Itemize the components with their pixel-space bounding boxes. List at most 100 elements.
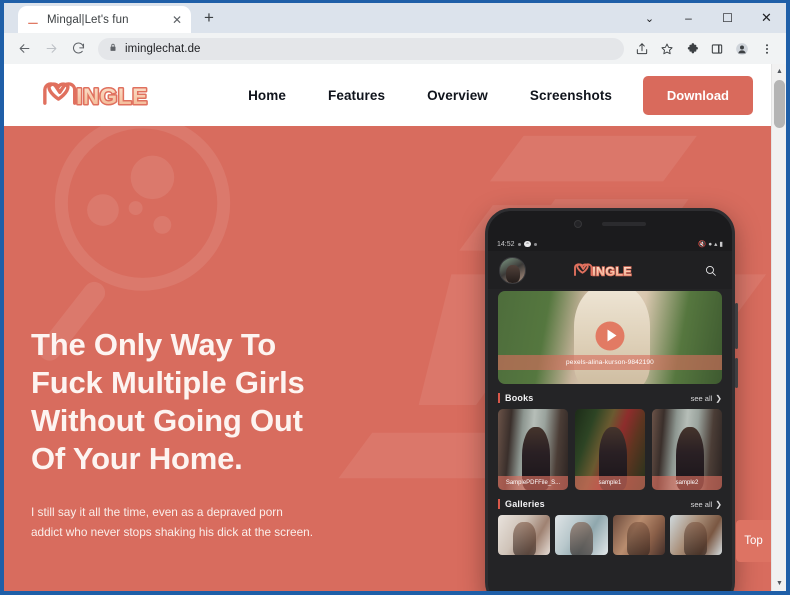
section-accent-bar <box>498 499 500 509</box>
browser-tab[interactable]: ⚊ Mingal|Let's fun ✕ <box>18 6 191 33</box>
nav-item-overview[interactable]: Overview <box>427 88 488 103</box>
chevron-right-icon: ❯ <box>715 393 722 403</box>
volume-icon: 🔇 <box>698 241 707 248</box>
phone-screen: 14:52 ▫ 🔇 ● ▴ ▮ INGLE pexels-alina-kurso… <box>485 208 735 591</box>
web-page-viewport: INGLE INGLE Home Features Overview Scree… <box>4 64 771 591</box>
scroll-down-arrow-icon[interactable]: ▼ <box>772 576 786 591</box>
featured-video-card[interactable]: pexels-alina-kurson-9842190 <box>498 291 722 384</box>
wifi-icon: ▴ <box>714 241 718 248</box>
gallery-thumbnail <box>569 522 593 555</box>
headline-line-4: Of Your Home. <box>31 441 243 476</box>
phone-mockup: 14:52 ▫ 🔇 ● ▴ ▮ INGLE pexels-alina-kurso… <box>485 208 738 591</box>
book-title: sample1 <box>575 476 645 490</box>
play-icon[interactable] <box>595 321 625 351</box>
browser-title-bar: ⚊ Mingal|Let's fun ✕ + ⌄ – ☐ ✕ <box>4 3 786 33</box>
status-notif-icon-2 <box>534 242 538 246</box>
profile-icon[interactable] <box>730 37 754 61</box>
gallery-thumbnail <box>512 522 536 555</box>
gallery-thumbnail <box>627 522 651 555</box>
video-caption: pexels-alina-kurson-9842190 <box>498 355 722 370</box>
section-title-galleries: Galleries <box>505 499 545 509</box>
section-accent-bar <box>498 393 500 403</box>
close-window-button[interactable]: ✕ <box>747 3 786 33</box>
app-header: INGLE <box>488 251 732 289</box>
book-card[interactable]: sample1 <box>575 409 645 490</box>
url-text: iminglechat.de <box>125 42 201 55</box>
book-card[interactable]: SamplePDFFile_S... <box>498 409 568 490</box>
scroll-up-arrow-icon[interactable]: ▲ <box>772 64 786 79</box>
star-icon[interactable] <box>655 37 679 61</box>
book-card[interactable]: sample2 <box>652 409 722 490</box>
page-area: INGLE INGLE Home Features Overview Scree… <box>4 64 786 591</box>
tab-title: Mingal|Let's fun <box>47 13 129 26</box>
nav-item-features[interactable]: Features <box>328 88 385 103</box>
signal-icon: ● <box>708 240 713 248</box>
phone-volume-button <box>735 303 738 349</box>
section-title-books: Books <box>505 393 534 403</box>
gallery-card[interactable] <box>669 515 722 555</box>
see-all-label: see all <box>690 499 713 509</box>
gallery-card[interactable] <box>498 515 551 555</box>
scrollbar-thumb[interactable] <box>774 80 785 128</box>
chevron-right-icon: ❯ <box>715 499 722 509</box>
phone-status-bar: 14:52 ▫ 🔇 ● ▴ ▮ <box>488 237 732 251</box>
window-controls: ⌄ – ☐ ✕ <box>630 3 786 33</box>
status-right-icons: 🔇 ● ▴ ▮ <box>698 240 723 249</box>
app-logo: INGLE <box>536 260 689 281</box>
nav-item-screenshots[interactable]: Screenshots <box>530 88 612 103</box>
browser-window: ⚊ Mingal|Let's fun ✕ + ⌄ – ☐ ✕ iminglech… <box>0 0 790 595</box>
hero-text-block: The Only Way To Fuck Multiple Girls With… <box>31 326 361 542</box>
share-icon[interactable] <box>630 37 654 61</box>
new-tab-button[interactable]: + <box>195 4 223 32</box>
app-content: pexels-alina-kurson-9842190 Books see al… <box>488 289 732 591</box>
status-badge: ▫ <box>523 241 532 247</box>
site-nav: Home Features Overview Screenshots <box>248 88 612 103</box>
forward-arrow-icon[interactable] <box>38 36 64 62</box>
status-time: 14:52 <box>497 240 515 248</box>
mingle-favicon-icon: ⚊ <box>27 12 39 27</box>
address-bar[interactable]: iminglechat.de <box>98 37 624 60</box>
side-panel-icon[interactable] <box>705 37 729 61</box>
maximize-button[interactable]: ☐ <box>708 3 747 33</box>
svg-text:INGLE: INGLE <box>593 264 633 278</box>
mingle-logo-icon: INGLE <box>574 262 633 279</box>
reload-icon[interactable] <box>65 36 91 62</box>
headline-line-1: The Only Way To <box>31 327 277 362</box>
hero-headline: The Only Way To Fuck Multiple Girls With… <box>31 326 361 478</box>
headline-line-2: Fuck Multiple Girls <box>31 365 305 400</box>
puzzle-icon[interactable] <box>680 37 704 61</box>
page-scrollbar[interactable]: ▲ ▼ <box>771 64 786 591</box>
site-header: INGLE INGLE Home Features Overview Scree… <box>4 64 771 126</box>
svg-text:INGLE: INGLE <box>76 84 148 109</box>
hero-subtext: I still say it all the time, even as a d… <box>31 505 313 539</box>
download-button[interactable]: Download <box>642 75 753 115</box>
site-logo[interactable]: INGLE INGLE <box>34 75 190 115</box>
hero-section: The Only Way To Fuck Multiple Girls With… <box>4 126 771 591</box>
front-camera-icon <box>574 220 582 228</box>
avatar[interactable] <box>499 256 526 284</box>
scroll-to-top-button[interactable]: Top <box>736 520 771 562</box>
search-icon[interactable] <box>699 259 721 281</box>
three-dot-menu-icon[interactable] <box>755 37 779 61</box>
nav-item-home[interactable]: Home <box>248 88 286 103</box>
see-all-galleries-link[interactable]: see all ❯ <box>691 500 722 509</box>
phone-power-button <box>735 358 738 388</box>
gallery-card[interactable] <box>555 515 608 555</box>
book-title: sample2 <box>652 476 722 490</box>
mingle-logo-icon: INGLE INGLE <box>43 82 149 110</box>
minimize-button[interactable]: – <box>669 3 708 33</box>
earpiece-speaker <box>602 222 646 226</box>
tab-search-icon[interactable]: ⌄ <box>630 3 669 33</box>
tab-close-icon[interactable]: ✕ <box>169 12 185 28</box>
gallery-card[interactable] <box>612 515 665 555</box>
battery-icon: ▮ <box>719 241 723 248</box>
see-all-books-link[interactable]: see all ❯ <box>691 394 722 403</box>
lock-icon <box>108 40 118 58</box>
see-all-label: see all <box>690 393 713 403</box>
gallery-thumbnail <box>684 522 708 555</box>
headline-line-3: Without Going Out <box>31 403 303 438</box>
section-header-galleries: Galleries see all ❯ <box>498 499 722 509</box>
back-arrow-icon[interactable] <box>11 36 37 62</box>
browser-toolbar: iminglechat.de <box>4 33 786 64</box>
status-notif-icon-1 <box>517 242 521 246</box>
